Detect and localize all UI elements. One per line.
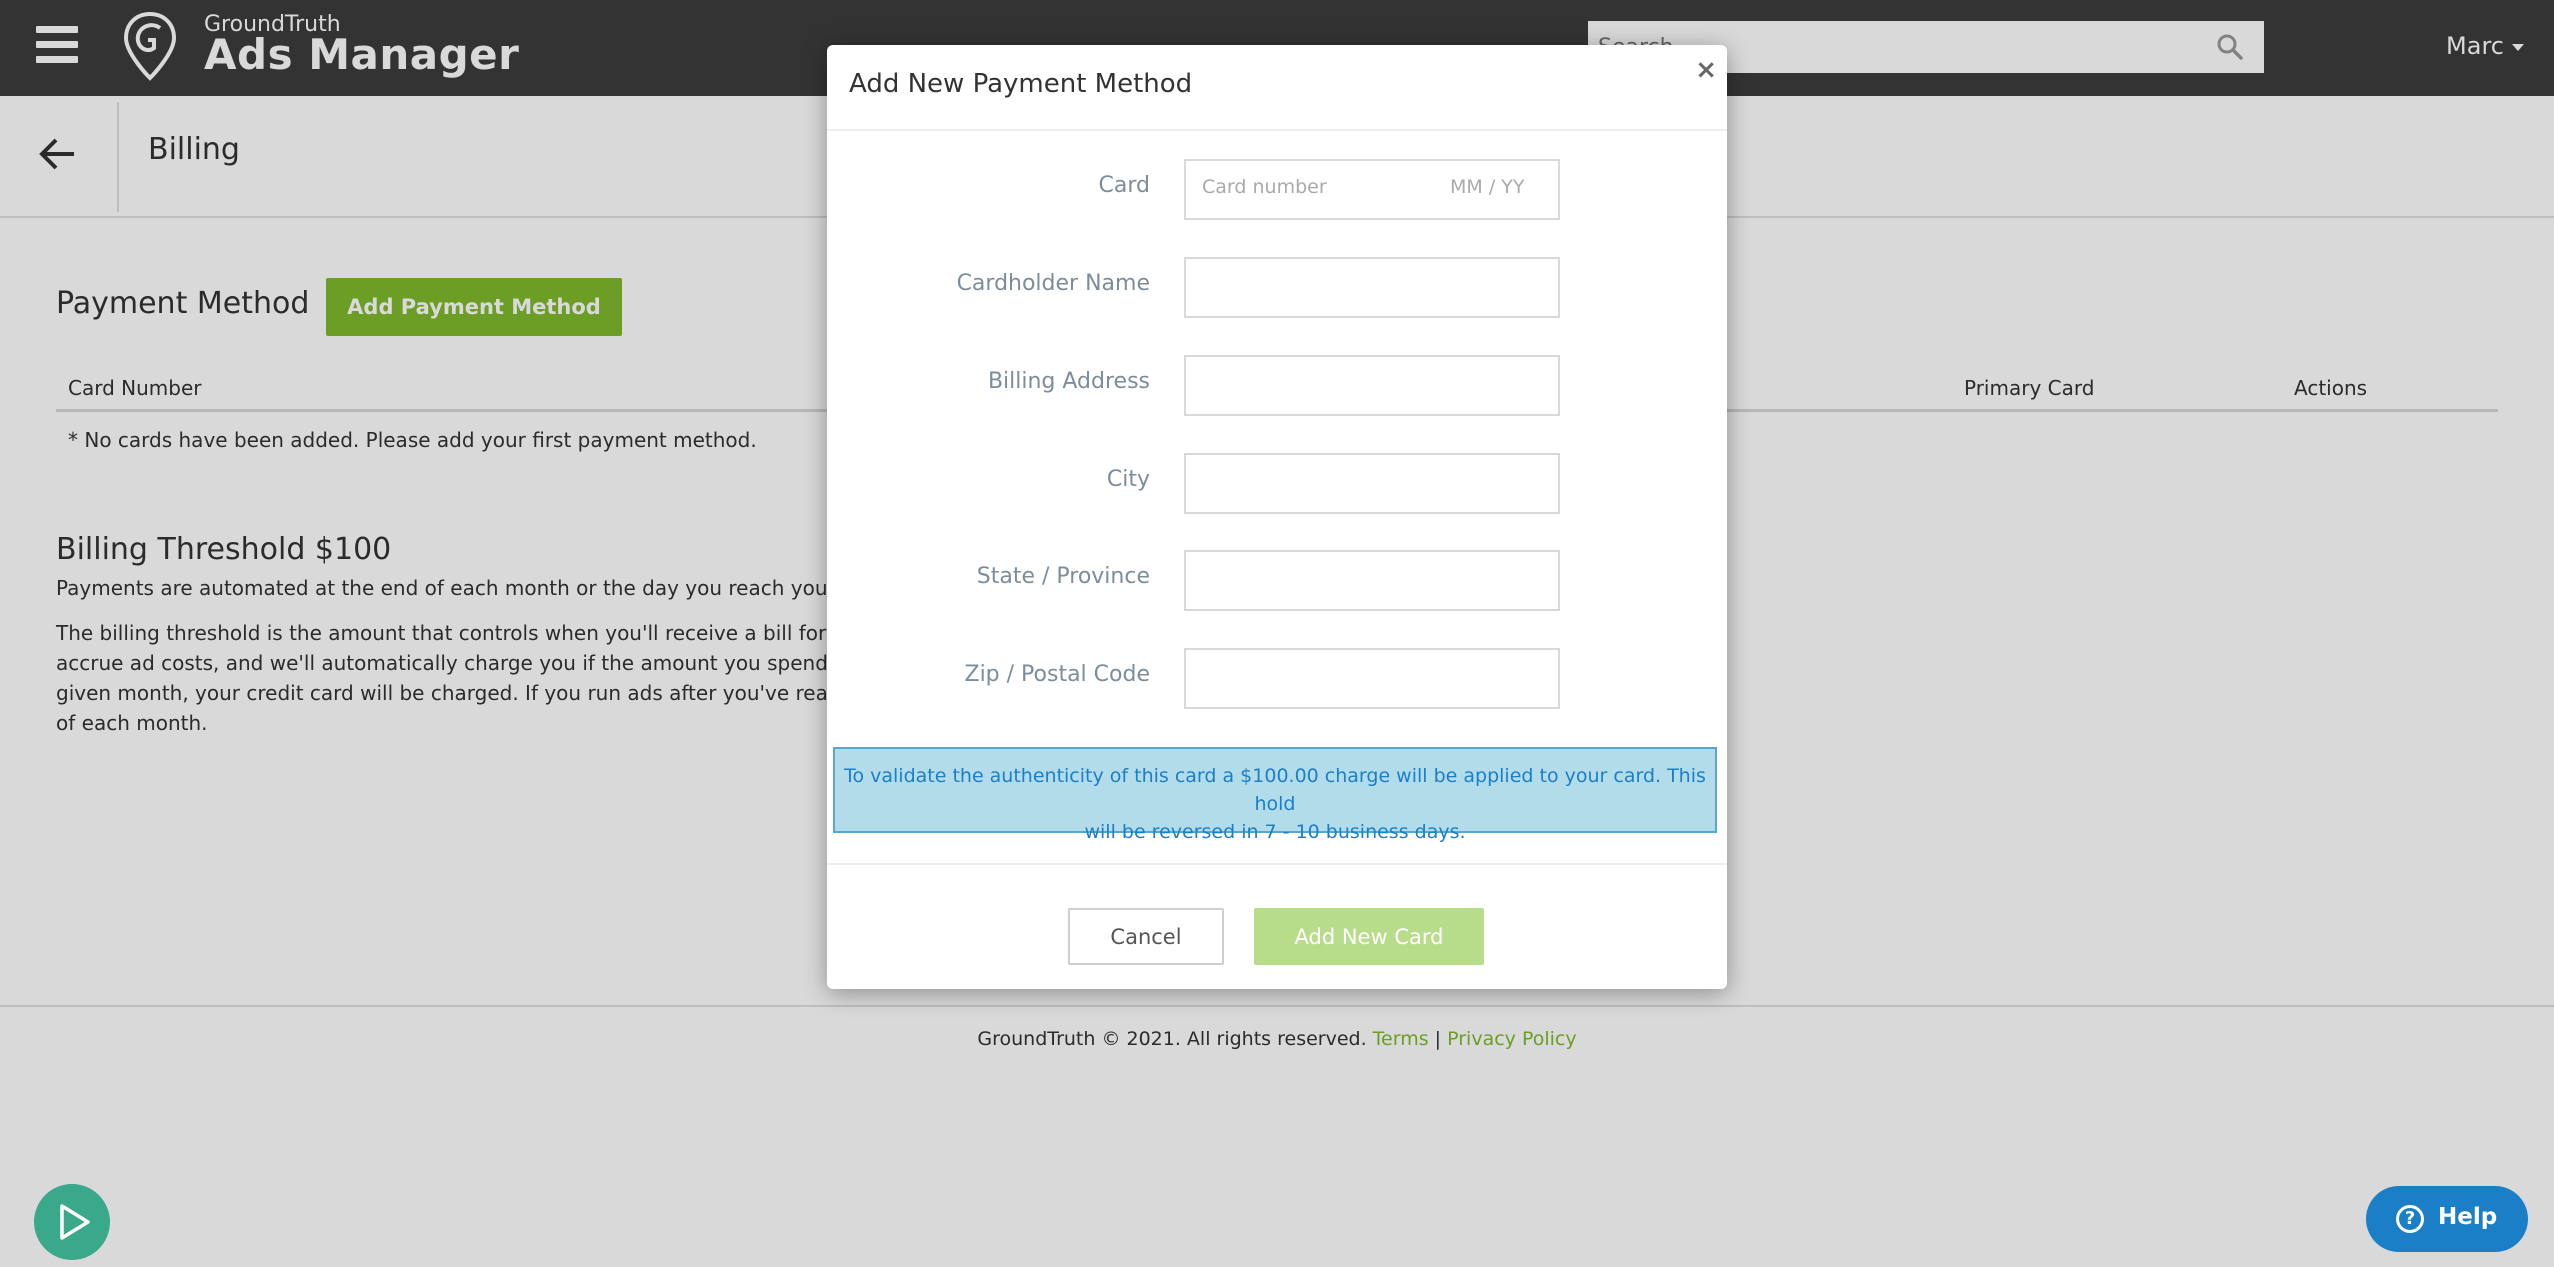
card-number-placeholder: Card number: [1202, 176, 1327, 198]
state-province-input[interactable]: [1184, 550, 1560, 611]
play-icon: [60, 1204, 90, 1240]
add-new-card-button[interactable]: Add New Card: [1254, 908, 1484, 965]
zip-postal-code-input[interactable]: [1184, 648, 1560, 709]
billing-address-input[interactable]: [1184, 355, 1560, 416]
close-icon[interactable]: ×: [1695, 55, 1717, 85]
help-icon: ?: [2396, 1205, 2424, 1233]
card-label: Card: [1098, 173, 1150, 198]
modal-footer-divider: [827, 863, 1727, 865]
modal-divider: [827, 129, 1727, 131]
notice-line: To validate the authenticity of this car…: [844, 765, 1706, 815]
help-label: Help: [2438, 1204, 2498, 1230]
play-button[interactable]: [34, 1184, 110, 1260]
validation-notice: To validate the authenticity of this car…: [833, 747, 1717, 843]
card-expiry-placeholder: MM / YY: [1450, 176, 1525, 198]
city-label: City: [1106, 467, 1150, 492]
city-input[interactable]: [1184, 453, 1560, 514]
state-province-label: State / Province: [976, 564, 1150, 589]
notice-line: will be reversed in 7 - 10 business days…: [1084, 821, 1466, 843]
modal-title: Add New Payment Method: [849, 69, 1193, 99]
cancel-button[interactable]: Cancel: [1068, 908, 1224, 965]
cardholder-name-label: Cardholder Name: [956, 271, 1150, 296]
billing-address-label: Billing Address: [987, 369, 1150, 394]
help-button[interactable]: ? Help: [2366, 1186, 2528, 1252]
zip-postal-code-label: Zip / Postal Code: [964, 662, 1151, 687]
add-payment-method-modal: Add New Payment Method × Card Card numbe…: [827, 45, 1727, 989]
cardholder-name-input[interactable]: [1184, 257, 1560, 318]
